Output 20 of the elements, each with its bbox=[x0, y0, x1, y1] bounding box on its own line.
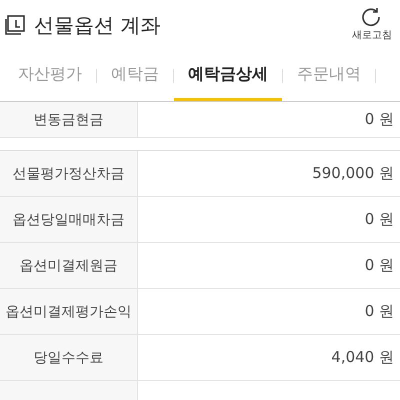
row-value-cell-text: 0 원 bbox=[364, 109, 395, 130]
row-value-cell-text: 4,040 원 bbox=[330, 347, 395, 368]
row-label-cell: 옵션미결제원금 bbox=[0, 243, 138, 288]
row-value-cell-text: 590,000 원 bbox=[311, 163, 395, 184]
tab[interactable]: 자산평가 bbox=[4, 50, 96, 101]
tab[interactable]: 예탁금상세 bbox=[174, 50, 282, 101]
row-label-cell: 옵션당일매매차금 bbox=[0, 197, 138, 242]
refresh-icon bbox=[362, 8, 382, 28]
row-label-cell: 당일수수료 bbox=[0, 335, 138, 380]
account-icon bbox=[4, 14, 26, 36]
row-value-cell-text: 0 원 bbox=[364, 209, 395, 230]
tab[interactable]: 주문내역 bbox=[283, 50, 375, 101]
row-label-cell: 옵션미결제평가손익 bbox=[0, 289, 138, 334]
tab[interactable]: 예탁금 bbox=[97, 50, 173, 101]
row-value-cell-text: 0 원 bbox=[364, 255, 395, 276]
refresh-button[interactable]: 새로고침 bbox=[352, 8, 392, 42]
row-label-cell: 변동금현금 bbox=[0, 102, 138, 137]
row-label-cell: 선물평가정산차금 bbox=[0, 151, 138, 196]
page-title: 선물옵션 계좌 bbox=[34, 12, 162, 38]
row-value-cell-text: 0 원 bbox=[364, 301, 395, 322]
